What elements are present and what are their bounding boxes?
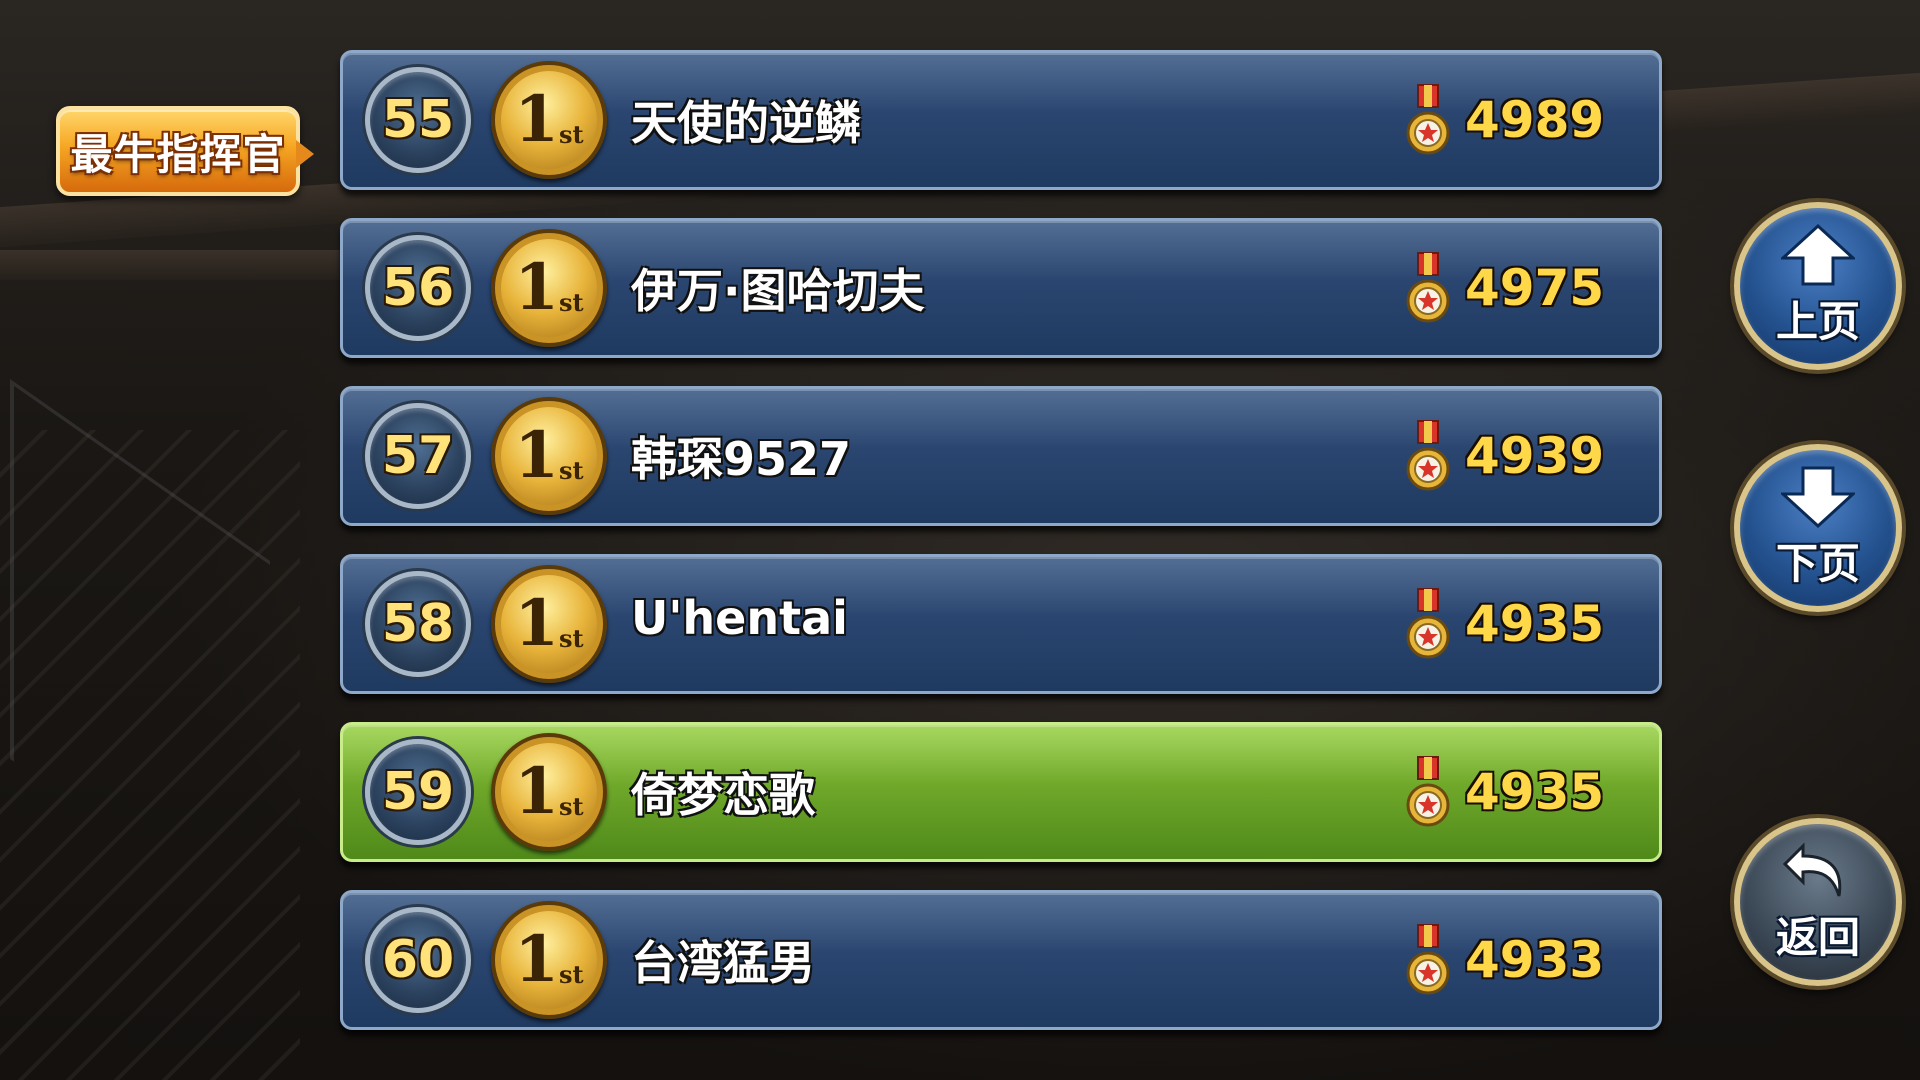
leaderboard-row[interactable]: 55 1 st 天使的逆鳞 4989 xyxy=(340,50,1662,190)
medal-score-icon xyxy=(1406,252,1450,323)
medal-number: 1 xyxy=(514,82,559,157)
medal-score-icon xyxy=(1406,84,1450,155)
first-place-medal-icon: 1 st xyxy=(491,733,607,851)
first-place-medal-icon: 1 st xyxy=(491,901,607,1019)
return-icon xyxy=(1782,841,1842,896)
rank-number: 60 xyxy=(381,930,455,990)
medal-score-icon xyxy=(1406,924,1450,995)
arrow-down-icon xyxy=(1781,466,1855,528)
medal-score-icon xyxy=(1406,420,1450,491)
score-value: 4989 xyxy=(1465,91,1605,149)
player-name: 天使的逆鳞 xyxy=(631,96,861,150)
rank-number: 59 xyxy=(381,762,455,822)
rank-number: 55 xyxy=(381,90,455,150)
medal-number: 1 xyxy=(514,922,559,997)
rank-badge: 59 xyxy=(365,739,471,845)
player-name: 倚梦恋歌 xyxy=(631,768,815,822)
medal-suffix: st xyxy=(558,959,584,989)
score-value: 4935 xyxy=(1465,763,1605,821)
medal-number: 1 xyxy=(514,586,559,661)
medal-score-icon xyxy=(1406,756,1450,827)
score-value: 4933 xyxy=(1465,931,1605,989)
player-name: 台湾猛男 xyxy=(631,936,815,990)
prev-page-label: 上页 xyxy=(1775,296,1860,346)
rank-number: 58 xyxy=(381,594,455,654)
leaderboard-row[interactable]: 58 1 st U'hentai 4935 xyxy=(340,554,1662,694)
prev-page-button[interactable]: 上页 xyxy=(1734,202,1902,370)
medal-suffix: st xyxy=(558,455,584,485)
category-tag-label: 最牛指挥官 xyxy=(70,129,286,179)
first-place-medal-icon: 1 st xyxy=(491,229,607,347)
medal-score-icon xyxy=(1406,588,1450,659)
medal-number: 1 xyxy=(514,754,559,829)
leaderboard-row[interactable]: 56 1 st 伊万·图哈切夫 4975 xyxy=(340,218,1662,358)
player-name: U'hentai xyxy=(631,591,848,645)
arrow-up-icon xyxy=(1781,223,1855,285)
first-place-medal-icon: 1 st xyxy=(491,61,607,179)
rank-badge: 55 xyxy=(365,67,471,173)
medal-number: 1 xyxy=(514,418,559,493)
medal-suffix: st xyxy=(558,287,584,317)
leaderboard-row[interactable]: 57 1 st 韩琛9527 4939 xyxy=(340,386,1662,526)
rank-badge: 56 xyxy=(365,235,471,341)
leaderboard-list: 55 1 st 天使的逆鳞 4989 56 1 st 伊万·图哈切夫 4975 … xyxy=(340,50,1662,1058)
rank-badge: 58 xyxy=(365,571,471,677)
player-name: 韩琛9527 xyxy=(631,432,852,486)
score-value: 4975 xyxy=(1465,259,1605,317)
score-value: 4935 xyxy=(1465,595,1605,653)
medal-number: 1 xyxy=(514,250,559,325)
rank-number: 57 xyxy=(381,426,455,486)
player-name: 伊万·图哈切夫 xyxy=(631,264,925,318)
leaderboard-row[interactable]: 59 1 st 倚梦恋歌 4935 xyxy=(340,722,1662,862)
next-page-label: 下页 xyxy=(1775,538,1860,588)
medal-suffix: st xyxy=(558,791,584,821)
first-place-medal-icon: 1 st xyxy=(491,397,607,515)
rank-badge: 57 xyxy=(365,403,471,509)
rank-badge: 60 xyxy=(365,907,471,1013)
first-place-medal-icon: 1 st xyxy=(491,565,607,683)
medal-suffix: st xyxy=(558,623,584,653)
category-tag: 最牛指挥官 xyxy=(56,106,314,196)
leaderboard-row[interactable]: 60 1 st 台湾猛男 4933 xyxy=(340,890,1662,1030)
back-button[interactable]: 返回 xyxy=(1734,818,1902,986)
rank-number: 56 xyxy=(381,258,455,318)
medal-suffix: st xyxy=(558,119,584,149)
next-page-button[interactable]: 下页 xyxy=(1734,444,1902,612)
back-label: 返回 xyxy=(1775,912,1860,962)
score-value: 4939 xyxy=(1465,427,1605,485)
